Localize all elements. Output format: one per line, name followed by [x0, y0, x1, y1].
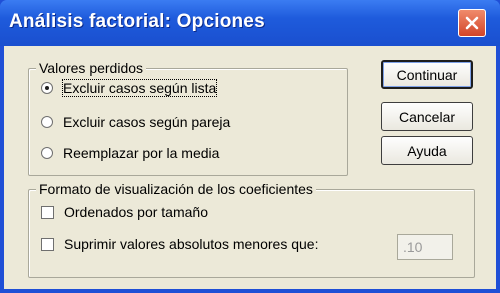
suppress-threshold-input[interactable]: .10	[397, 234, 453, 260]
checkbox[interactable]	[41, 237, 54, 251]
dialog-body: Valores perdidos Excluir casos según lis…	[4, 46, 496, 289]
checkbox-sort-by-size[interactable]: Ordenados por tamaño	[41, 204, 208, 220]
radio-button[interactable]	[41, 116, 53, 128]
help-button[interactable]: Ayuda	[381, 136, 473, 165]
radio-exclude-listwise-label: Excluir casos según lista	[61, 79, 218, 97]
title-bar[interactable]: Análisis factorial: Opciones	[0, 0, 500, 46]
coefficient-format-group-label: Formato de visualización de los coeficie…	[36, 181, 316, 197]
radio-exclude-pairwise-label: Excluir casos según pareja	[63, 114, 231, 130]
window-title: Análisis factorial: Opciones	[9, 11, 265, 32]
continue-button[interactable]: Continuar	[381, 60, 473, 89]
close-button[interactable]	[458, 9, 486, 37]
close-icon	[465, 16, 479, 30]
radio-exclude-listwise[interactable]: Excluir casos según lista	[41, 79, 218, 97]
radio-replace-mean[interactable]: Reemplazar por la media	[41, 145, 219, 161]
checkbox[interactable]	[41, 205, 54, 219]
checkbox-sort-by-size-label: Ordenados por tamaño	[64, 204, 208, 220]
dialog-window: Análisis factorial: Opciones Valores per…	[0, 0, 500, 293]
checkbox-suppress-small[interactable]: Suprimir valores absolutos menores que:	[41, 236, 318, 252]
missing-values-group-label: Valores perdidos	[36, 60, 147, 76]
missing-values-group: Valores perdidos Excluir casos según lis…	[28, 60, 348, 176]
radio-button-selected[interactable]	[41, 82, 53, 94]
cancel-button[interactable]: Cancelar	[381, 102, 473, 131]
radio-replace-mean-label: Reemplazar por la media	[63, 145, 220, 161]
radio-button[interactable]	[41, 147, 53, 159]
checkbox-suppress-small-label: Suprimir valores absolutos menores que:	[64, 236, 319, 252]
radio-exclude-pairwise[interactable]: Excluir casos según pareja	[41, 114, 230, 130]
